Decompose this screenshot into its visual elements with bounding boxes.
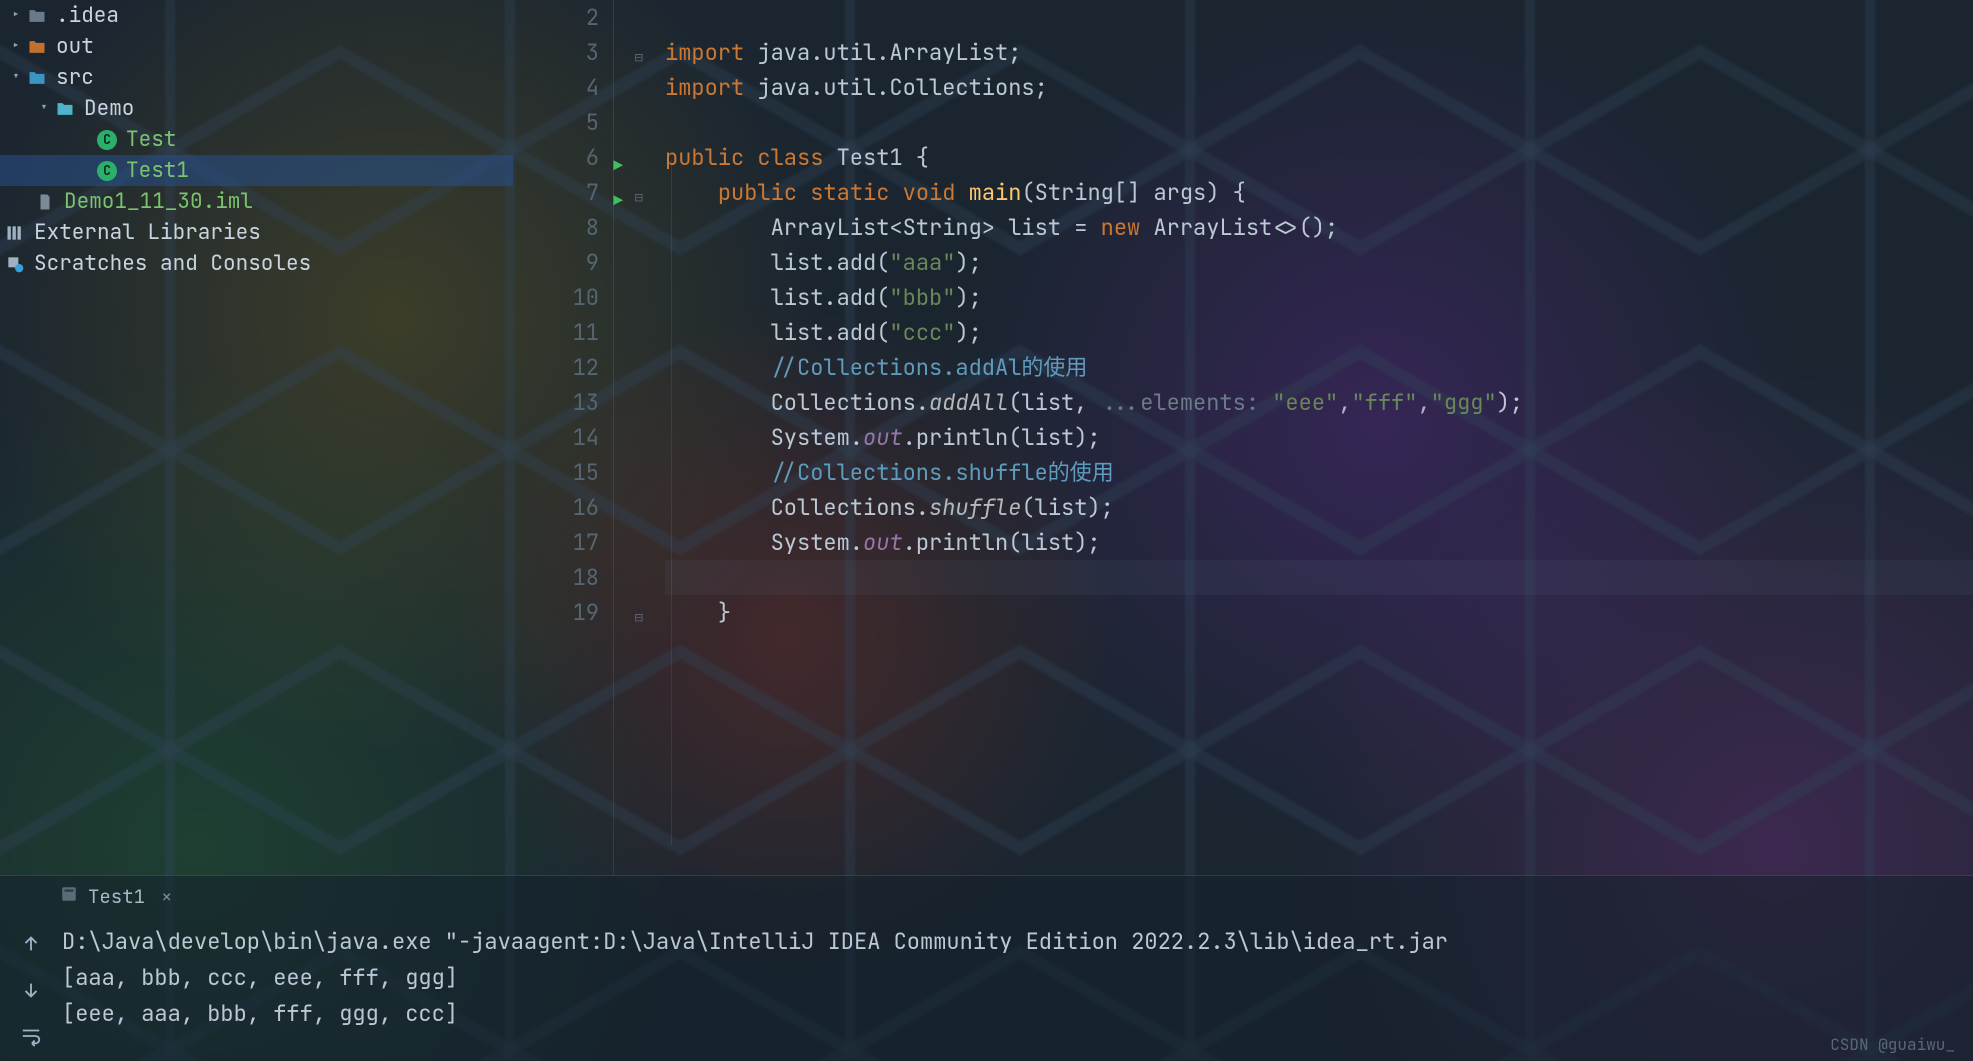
tree-node-idea[interactable]: ▸ .idea — [0, 0, 513, 31]
scroll-up-icon[interactable] — [19, 932, 43, 956]
java-class-icon: C — [96, 129, 118, 151]
code-line[interactable]: import java.util.ArrayList; — [665, 35, 1973, 70]
tree-label: Test — [126, 124, 176, 155]
console-output[interactable]: D:\Java\develop\bin\java.exe "-javaagent… — [62, 918, 1973, 1061]
code-line[interactable]: public static void main(String[] args) { — [665, 175, 1973, 210]
folder-icon — [26, 67, 48, 89]
line-number[interactable]: 19⊟ — [513, 595, 599, 630]
project-tree[interactable]: ▸ .idea ▸ out ▾ src ▾ Demo C Test C Test… — [0, 0, 513, 875]
code-editor[interactable]: 2 3⊟ 4 5 6▶ 7▶⊟ 8 9 10 11 12 13 14 15 16… — [513, 0, 1973, 875]
code-line[interactable] — [665, 105, 1973, 140]
scroll-down-icon[interactable] — [19, 978, 43, 1002]
close-icon[interactable]: × — [161, 884, 172, 909]
line-number[interactable]: 17 — [513, 525, 599, 560]
run-tool-window[interactable]: Test1 × D:\Java\develop\bin\java.exe "-j… — [0, 875, 1973, 1061]
tree-label: out — [56, 31, 94, 62]
line-number[interactable]: 8 — [513, 210, 599, 245]
main-split: ▸ .idea ▸ out ▾ src ▾ Demo C Test C Test… — [0, 0, 1973, 875]
line-number[interactable]: 4 — [513, 70, 599, 105]
line-number[interactable]: 2 — [513, 0, 599, 35]
line-number[interactable]: 7▶⊟ — [513, 175, 599, 210]
code-line[interactable]: Collections.addAll(list, ...elements: "e… — [665, 385, 1973, 420]
java-class-icon: C — [96, 160, 118, 182]
line-number[interactable]: 13 — [513, 385, 599, 420]
tree-label: .idea — [56, 0, 119, 31]
tree-node-out[interactable]: ▸ out — [0, 31, 513, 62]
line-number[interactable]: 18 — [513, 560, 599, 595]
chevron-right-icon: ▸ — [6, 31, 26, 62]
line-number[interactable]: 10 — [513, 280, 599, 315]
chevron-right-icon: ▸ — [6, 0, 26, 31]
chevron-down-icon: ▾ — [6, 62, 26, 93]
ide-window: ▸ .idea ▸ out ▾ src ▾ Demo C Test C Test… — [0, 0, 1973, 1061]
tree-label: Test1 — [126, 155, 189, 186]
line-number[interactable]: 6▶ — [513, 140, 599, 175]
line-number[interactable]: 3⊟ — [513, 35, 599, 70]
iml-file-icon — [34, 191, 56, 213]
tree-node-src[interactable]: ▾ src — [0, 62, 513, 93]
code-line[interactable]: Collections.shuffle(list); — [665, 490, 1973, 525]
code-line[interactable]: list.add("aaa"); — [665, 245, 1973, 280]
code-line[interactable]: System.out.println(list); — [665, 525, 1973, 560]
code-line[interactable]: public class Test1 { — [665, 140, 1973, 175]
soft-wrap-icon[interactable] — [19, 1024, 43, 1048]
run-toolbar[interactable] — [0, 918, 62, 1061]
tree-label: src — [56, 62, 94, 93]
line-number[interactable]: 12 — [513, 350, 599, 385]
code-line[interactable] — [665, 0, 1973, 35]
tree-node-external-libraries[interactable]: External Libraries — [0, 217, 513, 248]
code-line[interactable]: } — [665, 595, 1973, 630]
line-number[interactable]: 16 — [513, 490, 599, 525]
application-icon — [60, 884, 78, 909]
folder-icon — [26, 36, 48, 58]
run-tab-label: Test1 — [88, 884, 145, 909]
package-icon — [54, 98, 76, 120]
code-area[interactable]: import java.util.ArrayList; import java.… — [613, 0, 1973, 875]
line-number[interactable]: 11 — [513, 315, 599, 350]
tree-node-test[interactable]: C Test — [0, 124, 513, 155]
indent-guide — [671, 160, 672, 845]
tree-node-scratches[interactable]: Scratches and Consoles — [0, 248, 513, 279]
code-line[interactable]: System.out.println(list); — [665, 420, 1973, 455]
run-tab[interactable]: Test1 × — [48, 878, 184, 917]
code-line[interactable]: list.add("bbb"); — [665, 280, 1973, 315]
line-number[interactable]: 15 — [513, 455, 599, 490]
tree-label: Demo — [84, 93, 134, 124]
tree-node-iml[interactable]: Demo1_11_30.iml — [0, 186, 513, 217]
tree-label: Scratches and Consoles — [34, 248, 311, 279]
editor-gutter[interactable]: 2 3⊟ 4 5 6▶ 7▶⊟ 8 9 10 11 12 13 14 15 16… — [513, 0, 613, 875]
run-tab-bar[interactable]: Test1 × — [0, 876, 1973, 918]
folder-icon — [26, 5, 48, 27]
libraries-icon — [4, 222, 26, 244]
line-number[interactable]: 14 — [513, 420, 599, 455]
code-line[interactable]: ArrayList<String> list = new ArrayList<>… — [665, 210, 1973, 245]
code-line[interactable] — [665, 560, 1973, 595]
watermark: CSDN @guaiwu_ — [1830, 1034, 1955, 1055]
line-number[interactable]: 5 — [513, 105, 599, 140]
tree-label: External Libraries — [34, 217, 261, 248]
tree-node-demo[interactable]: ▾ Demo — [0, 93, 513, 124]
run-body: D:\Java\develop\bin\java.exe "-javaagent… — [0, 918, 1973, 1061]
tree-label: Demo1_11_30.iml — [64, 186, 253, 217]
tree-node-test1[interactable]: C Test1 — [0, 155, 513, 186]
code-line[interactable]: list.add("ccc"); — [665, 315, 1973, 350]
line-number[interactable]: 9 — [513, 245, 599, 280]
code-line[interactable]: import java.util.Collections; — [665, 70, 1973, 105]
code-line[interactable]: //Collections.shuffle的使用 — [665, 455, 1973, 490]
code-line[interactable]: //Collections.addAl的使用 — [665, 350, 1973, 385]
scratches-icon — [4, 253, 26, 275]
chevron-down-icon: ▾ — [34, 93, 54, 124]
